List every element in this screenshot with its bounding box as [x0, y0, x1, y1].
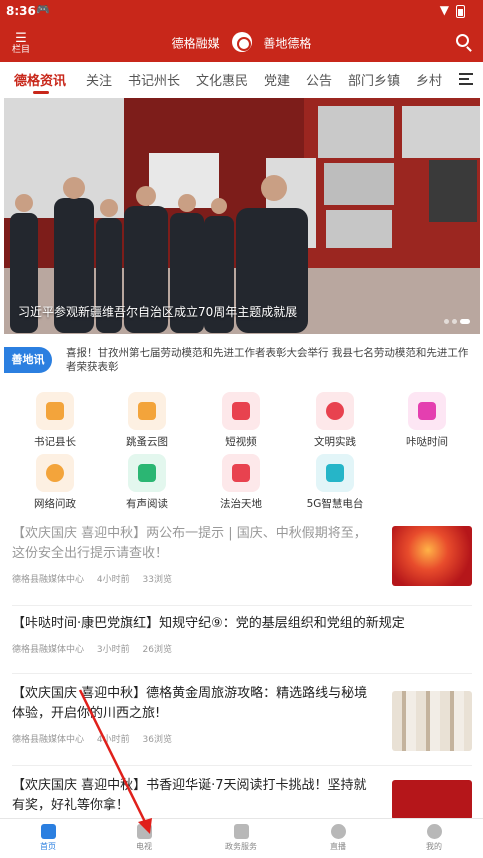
megaphone-icon: [408, 392, 446, 430]
active-tab-indicator: [33, 91, 49, 94]
news-views: 36浏览: [142, 735, 172, 745]
grid-item-5g-radio[interactable]: 5G智慧电台: [295, 454, 375, 511]
grid-item-label: 文明实践: [314, 436, 356, 448]
grid-item-label: 法治天地: [220, 498, 262, 510]
bottom-navigation: 首页 电视 政务服务 直播 我的: [0, 818, 483, 858]
document-icon: [36, 392, 74, 430]
brand-left: 德格融媒: [171, 36, 220, 51]
banner-carousel[interactable]: 习近平参观新疆维吾尔自治区成立70周年主题成就展: [4, 98, 480, 334]
category-tabs: 德格资讯 关注 书记州长 文化惠民 党建 公告 部门乡镇 乡村: [0, 62, 483, 96]
tab-leaders[interactable]: 书记州长: [128, 70, 180, 89]
heart-icon: [316, 392, 354, 430]
feature-grid: 书记县长 跳蚤云图 短视频 文明实践 咔哒时间 网络问政 有声阅读 法治天地 5…: [0, 392, 483, 512]
live-icon: [316, 454, 354, 492]
grid-icon: [233, 824, 249, 839]
wifi-icon: ▼: [439, 3, 449, 17]
news-time: 3小时前: [96, 645, 130, 655]
news-views: 33浏览: [142, 575, 172, 585]
more-tabs-icon[interactable]: [459, 73, 473, 85]
news-source: 德格县融媒体中心: [12, 575, 85, 585]
nav-label: 政务服务: [225, 842, 257, 851]
banner-caption: 习近平参观新疆维吾尔自治区成立70周年主题成就展: [18, 305, 298, 319]
grid-item-label: 短视频: [225, 436, 257, 448]
news-item[interactable]: 【欢庆国庆 喜迎中秋】德格黄金周旅游攻略：精选路线与秘境体验，开启你的川西之旅!…: [12, 684, 472, 766]
tab-notice[interactable]: 公告: [306, 70, 332, 89]
carousel-dot: [452, 319, 457, 324]
news-item[interactable]: 【欢庆国庆 喜迎中秋】书香迎华诞·7天阅读打卡挑战！坚持就有奖，好礼等你拿！: [12, 776, 472, 820]
news-views: 26浏览: [142, 645, 172, 655]
grid-item-secretary[interactable]: 书记县长: [15, 392, 95, 449]
app-header: ☰ 栏目 德格融媒 善地德格: [0, 24, 483, 62]
grid-item-audio-reading[interactable]: 有声阅读: [107, 454, 187, 511]
brand-title: 德格融媒 善地德格: [0, 32, 483, 54]
status-time: 8:36: [6, 4, 36, 18]
grid-item-label: 网络问政: [34, 498, 76, 510]
news-item[interactable]: 【咔哒时间·康巴党旗红】知规守纪⑨：党的基层组织和党组的新规定 德格县融媒体中心…: [12, 614, 472, 674]
banner-photo: [4, 98, 480, 334]
chat-icon: [36, 454, 74, 492]
home-icon: [40, 824, 56, 839]
battery-icon: [456, 5, 465, 18]
news-meta: 德格县融媒体中心 3小时前 26浏览: [12, 642, 472, 655]
grid-item-label: 跳蚤云图: [126, 436, 168, 448]
brand-right: 善地德格: [263, 36, 312, 51]
profile-icon: [426, 824, 442, 839]
grid-item-label: 咔哒时间: [406, 436, 448, 448]
logo-icon: [231, 32, 252, 52]
nav-label: 直播: [330, 842, 346, 851]
ticker-badge: 善地讯: [4, 347, 52, 373]
news-thumbnail[interactable]: [392, 780, 472, 820]
nav-live[interactable]: 直播: [308, 824, 368, 852]
news-item[interactable]: 【欢庆国庆 喜迎中秋】两公布一提示 | 国庆、中秋假期将至，这份安全出行提示请查…: [12, 524, 472, 606]
tab-follow[interactable]: 关注: [86, 70, 112, 89]
grid-item-kada-time[interactable]: 咔哒时间: [387, 392, 467, 449]
status-bar: 8:36 🎮 ▼: [0, 0, 483, 24]
nav-government-services[interactable]: 政务服务: [211, 824, 271, 852]
news-title[interactable]: 【欢庆国庆 喜迎中秋】两公布一提示 | 国庆、中秋假期将至，这份安全出行提示请查…: [12, 524, 378, 564]
ticker-text[interactable]: 喜报！甘孜州第七届劳动模范和先进工作者表彰大会举行 我县七名劳动模范和先进工作者…: [66, 346, 472, 374]
tab-culture[interactable]: 文化惠民: [196, 70, 248, 89]
video-icon: [222, 392, 260, 430]
carousel-indicator: [441, 309, 470, 328]
carousel-dot: [444, 319, 449, 324]
nav-profile[interactable]: 我的: [404, 824, 464, 852]
tab-village[interactable]: 乡村: [416, 70, 442, 89]
news-source: 德格县融媒体中心: [12, 645, 85, 655]
news-thumbnail[interactable]: [392, 526, 472, 586]
nav-label: 电视: [136, 842, 152, 851]
grid-item-civilization[interactable]: 文明实践: [295, 392, 375, 449]
news-time: 4小时前: [96, 735, 130, 745]
news-title[interactable]: 【欢庆国庆 喜迎中秋】书香迎华诞·7天阅读打卡挑战！坚持就有奖，好礼等你拿！: [12, 776, 378, 816]
news-title[interactable]: 【咔哒时间·康巴党旗红】知规守纪⑨：党的基层组织和党组的新规定: [12, 614, 472, 634]
tab-de-ge-news[interactable]: 德格资讯: [14, 70, 66, 89]
tab-departments[interactable]: 部门乡镇: [348, 70, 400, 89]
news-thumbnail[interactable]: [392, 691, 472, 751]
tab-party[interactable]: 党建: [264, 70, 290, 89]
news-time: 4小时前: [96, 575, 130, 585]
grid-item-cloud-pictures[interactable]: 跳蚤云图: [107, 392, 187, 449]
news-title[interactable]: 【欢庆国庆 喜迎中秋】德格黄金周旅游攻略：精选路线与秘境体验，开启你的川西之旅!: [12, 684, 378, 724]
nav-tv[interactable]: 电视: [114, 824, 174, 852]
grid-item-rule-of-law[interactable]: 法治天地: [201, 454, 281, 511]
grid-item-label: 有声阅读: [126, 498, 168, 510]
grid-item-label: 5G智慧电台: [306, 498, 364, 510]
search-icon[interactable]: [456, 34, 469, 47]
graduation-cap-icon: [128, 454, 166, 492]
news-ticker[interactable]: 善地讯 喜报！甘孜州第七届劳动模范和先进工作者表彰大会举行 我县七名劳动模范和先…: [4, 342, 480, 378]
flag-icon: [222, 454, 260, 492]
gamepad-icon: 🎮: [36, 3, 50, 16]
nav-label: 我的: [426, 842, 442, 851]
carousel-dot-active: [460, 319, 470, 324]
grid-item-short-video[interactable]: 短视频: [201, 392, 281, 449]
picture-icon: [128, 392, 166, 430]
grid-item-online-inquiry[interactable]: 网络问政: [15, 454, 95, 511]
nav-home[interactable]: 首页: [18, 824, 78, 852]
tv-icon: [136, 824, 152, 839]
grid-item-label: 书记县长: [34, 436, 76, 448]
news-source: 德格县融媒体中心: [12, 735, 85, 745]
play-icon: [330, 824, 346, 839]
nav-label: 首页: [40, 842, 56, 851]
